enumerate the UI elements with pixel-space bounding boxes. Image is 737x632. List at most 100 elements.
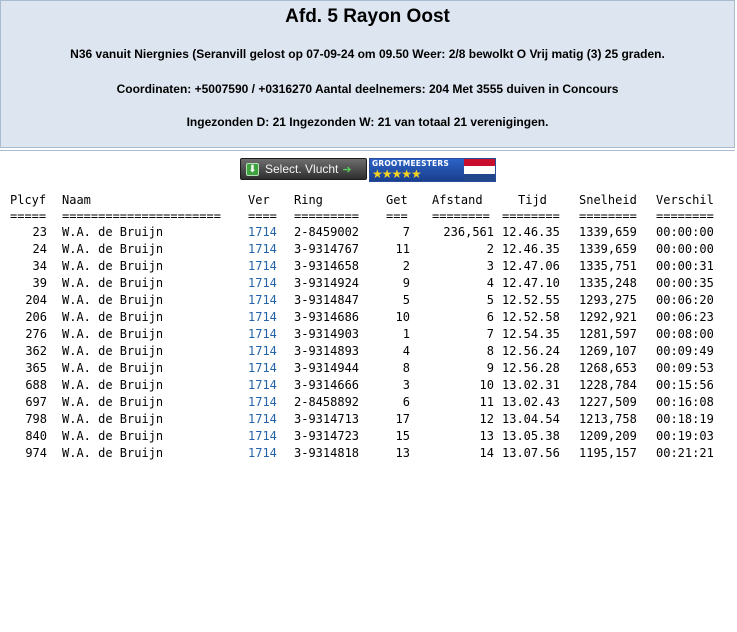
cell-get: 15: [395, 429, 410, 443]
cell-snelheid: 1293,275: [579, 293, 637, 307]
cell-ver-link[interactable]: 1714: [248, 224, 277, 241]
cell-ring: 3-9314713: [294, 412, 360, 426]
cell-verschil: 00:08:00: [656, 327, 714, 341]
cell-snelheid: 1213,758: [579, 412, 637, 426]
cell-tijd: 13.02.31: [502, 378, 560, 392]
cell-ver-link[interactable]: 1714: [248, 258, 277, 275]
cell-ver-link[interactable]: 1714: [248, 377, 277, 394]
cell-tijd: 12.54.35: [502, 327, 560, 341]
coordinates-info: Coordinaten: +5007590 / +0316270 Aantal …: [116, 82, 619, 96]
results-table: Plcyf Naam Ver Ring Get Afstand Tijd Sne…: [0, 192, 737, 462]
cell-get: 3: [402, 378, 410, 392]
cell-ring: 2-8458892: [294, 395, 360, 409]
cell-tijd: 12.46.35: [502, 242, 560, 256]
cell-ver-link[interactable]: 1714: [248, 360, 277, 377]
cell-get: 5: [402, 293, 410, 307]
sep-verschil: ========: [656, 209, 714, 223]
col-ring: Ring: [294, 193, 323, 207]
cell-verschil: 00:19:03: [656, 429, 714, 443]
cell-plcyf: 688: [25, 378, 47, 392]
cell-plcyf: 362: [25, 344, 47, 358]
cell-tijd: 13.02.43: [502, 395, 560, 409]
cell-afstand: 3: [486, 259, 494, 273]
cell-naam: W.A. de Bruijn: [62, 310, 164, 324]
cell-snelheid: 1281,597: [579, 327, 637, 341]
cell-snelheid: 1339,659: [579, 225, 637, 239]
cell-plcyf: 39: [32, 276, 47, 290]
cell-ver-link[interactable]: 1714: [248, 292, 277, 309]
cell-plcyf: 276: [25, 327, 47, 341]
cell-verschil: 00:15:56: [656, 378, 714, 392]
cell-afstand: 13: [479, 429, 494, 443]
cell-snelheid: 1339,659: [579, 242, 637, 256]
cell-ver-link[interactable]: 1714: [248, 241, 277, 258]
cell-verschil: 00:06:23: [656, 310, 714, 324]
cell-plcyf: 697: [25, 395, 47, 409]
cell-afstand: 4: [486, 276, 494, 290]
cell-afstand: 236,561: [443, 225, 494, 239]
cell-tijd: 12.47.06: [502, 259, 560, 273]
table-row: 24 W.A. de Bruijn 1714 3-9314767 11 2 12…: [0, 241, 737, 258]
grootmeesters-logo: GROOTMEESTERS ★★★★★: [370, 159, 464, 181]
cell-ring: 3-9314767: [294, 242, 360, 256]
cell-naam: W.A. de Bruijn: [62, 293, 164, 307]
sep-get: ===: [386, 209, 408, 223]
select-flight-label: Select. Vlucht: [265, 162, 339, 176]
cell-get: 9: [402, 276, 410, 290]
cell-plcyf: 24: [32, 242, 47, 256]
table-row: 362 W.A. de Bruijn 1714 3-9314893 4 8 12…: [0, 343, 737, 360]
cell-plcyf: 840: [25, 429, 47, 443]
submission-info: Ingezonden D: 21 Ingezonden W: 21 van to…: [186, 115, 549, 129]
cell-tijd: 12.47.10: [502, 276, 560, 290]
cell-snelheid: 1335,751: [579, 259, 637, 273]
cell-ver-link[interactable]: 1714: [248, 411, 277, 428]
cell-naam: W.A. de Bruijn: [62, 225, 164, 239]
grootmeesters-badge[interactable]: GROOTMEESTERS ★★★★★: [369, 158, 496, 182]
cell-naam: W.A. de Bruijn: [62, 327, 164, 341]
cell-ver-link[interactable]: 1714: [248, 394, 277, 411]
download-icon: ⬇: [246, 162, 259, 176]
sep-afstand: ========: [432, 209, 490, 223]
table-row: 204 W.A. de Bruijn 1714 3-9314847 5 5 12…: [0, 292, 737, 309]
cell-snelheid: 1268,653: [579, 361, 637, 375]
cell-get: 6: [402, 395, 410, 409]
cell-verschil: 00:06:20: [656, 293, 714, 307]
cell-get: 8: [402, 361, 410, 375]
cell-afstand: 12: [479, 412, 494, 426]
cell-ver-link[interactable]: 1714: [248, 309, 277, 326]
cell-afstand: 10: [479, 378, 494, 392]
cell-plcyf: 365: [25, 361, 47, 375]
table-row: 23 W.A. de Bruijn 1714 2-8459002 7 236,5…: [0, 224, 737, 241]
cell-ver-link[interactable]: 1714: [248, 428, 277, 445]
col-get: Get: [386, 193, 408, 207]
cell-ver-link[interactable]: 1714: [248, 275, 277, 292]
cell-afstand: 5: [486, 293, 494, 307]
cell-verschil: 00:09:53: [656, 361, 714, 375]
table-row: 688 W.A. de Bruijn 1714 3-9314666 3 10 1…: [0, 377, 737, 394]
cell-tijd: 13.05.38: [502, 429, 560, 443]
cell-ring: 3-9314658: [294, 259, 360, 273]
cell-snelheid: 1209,209: [579, 429, 637, 443]
cell-verschil: 00:09:49: [656, 344, 714, 358]
cell-ver-link[interactable]: 1714: [248, 326, 277, 343]
cell-tijd: 12.56.24: [502, 344, 560, 358]
cell-tijd: 12.52.55: [502, 293, 560, 307]
cell-afstand: 8: [486, 344, 494, 358]
cell-ring: 3-9314847: [294, 293, 360, 307]
cell-ver-link[interactable]: 1714: [248, 445, 277, 462]
cell-naam: W.A. de Bruijn: [62, 276, 164, 290]
cell-tijd: 12.46.35: [502, 225, 560, 239]
table-row: 39 W.A. de Bruijn 1714 3-9314924 9 4 12.…: [0, 275, 737, 292]
select-flight-button[interactable]: ⬇ Select. Vlucht ➜: [240, 158, 367, 180]
cell-plcyf: 206: [25, 310, 47, 324]
release-info: N36 vanuit Niergnies (Seranvill gelost o…: [70, 47, 665, 61]
cell-afstand: 2: [486, 242, 494, 256]
cell-afstand: 11: [479, 395, 494, 409]
cell-ver-link[interactable]: 1714: [248, 343, 277, 360]
cell-ring: 3-9314924: [294, 276, 360, 290]
cell-naam: W.A. de Bruijn: [62, 412, 164, 426]
sep-tijd: ========: [502, 209, 560, 223]
cell-tijd: 12.56.28: [502, 361, 560, 375]
cell-ring: 3-9314893: [294, 344, 360, 358]
cell-verschil: 00:00:31: [656, 259, 714, 273]
